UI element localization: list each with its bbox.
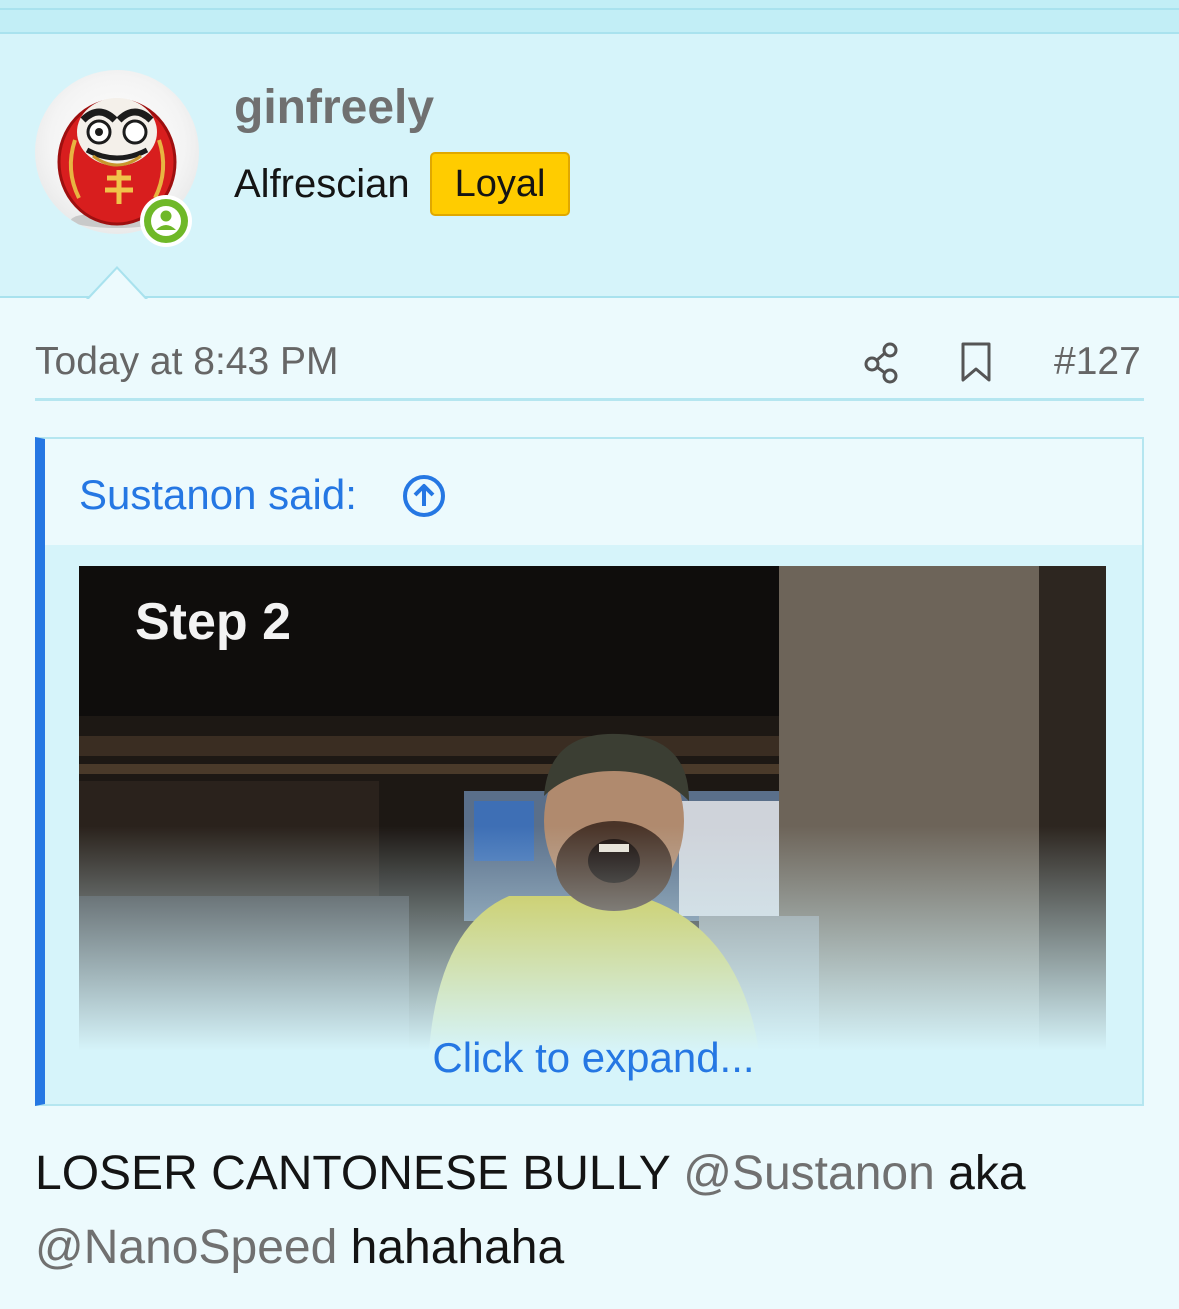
bookmark-icon[interactable] [958, 340, 994, 384]
expand-fade-overlay [79, 826, 1106, 1051]
meta-divider [35, 398, 1144, 401]
post-number-link[interactable]: #127 [1054, 338, 1141, 386]
quote-media-image[interactable]: Step 2 [79, 566, 1106, 1051]
online-status-badge [140, 195, 192, 247]
username[interactable]: ginfreely [234, 80, 434, 136]
quote-block: Sustanon said: Step 2 Click to expand... [35, 437, 1144, 1106]
message-text: LOSER CANTONESE BULLY [35, 1147, 684, 1200]
share-icon[interactable] [860, 340, 904, 384]
message-text: hahahaha [337, 1221, 565, 1274]
message-text: aka [934, 1147, 1026, 1200]
media-caption: Step 2 [135, 593, 292, 651]
user-title: Alfrescian [234, 162, 410, 206]
post-timestamp[interactable]: Today at 8:43 PM [35, 338, 339, 386]
user-banner-badge: Loyal [430, 152, 570, 216]
mention-link[interactable]: @Sustanon [683, 1147, 935, 1200]
arrow-up-circle-icon[interactable] [401, 473, 447, 519]
quote-body: Step 2 Click to expand... [45, 545, 1142, 1104]
quote-title-row: Sustanon said: [45, 439, 1142, 545]
quote-author-link[interactable]: Sustanon said: [79, 470, 357, 520]
expand-quote-link[interactable]: Click to expand... [45, 1033, 1142, 1083]
mention-link[interactable]: @NanoSpeed [35, 1221, 337, 1274]
top-strip [0, 0, 1179, 34]
post-message: LOSER CANTONESE BULLY @Sustanon aka @Nan… [35, 1137, 1144, 1285]
header-caret [86, 266, 148, 300]
online-status-icon [144, 199, 188, 243]
